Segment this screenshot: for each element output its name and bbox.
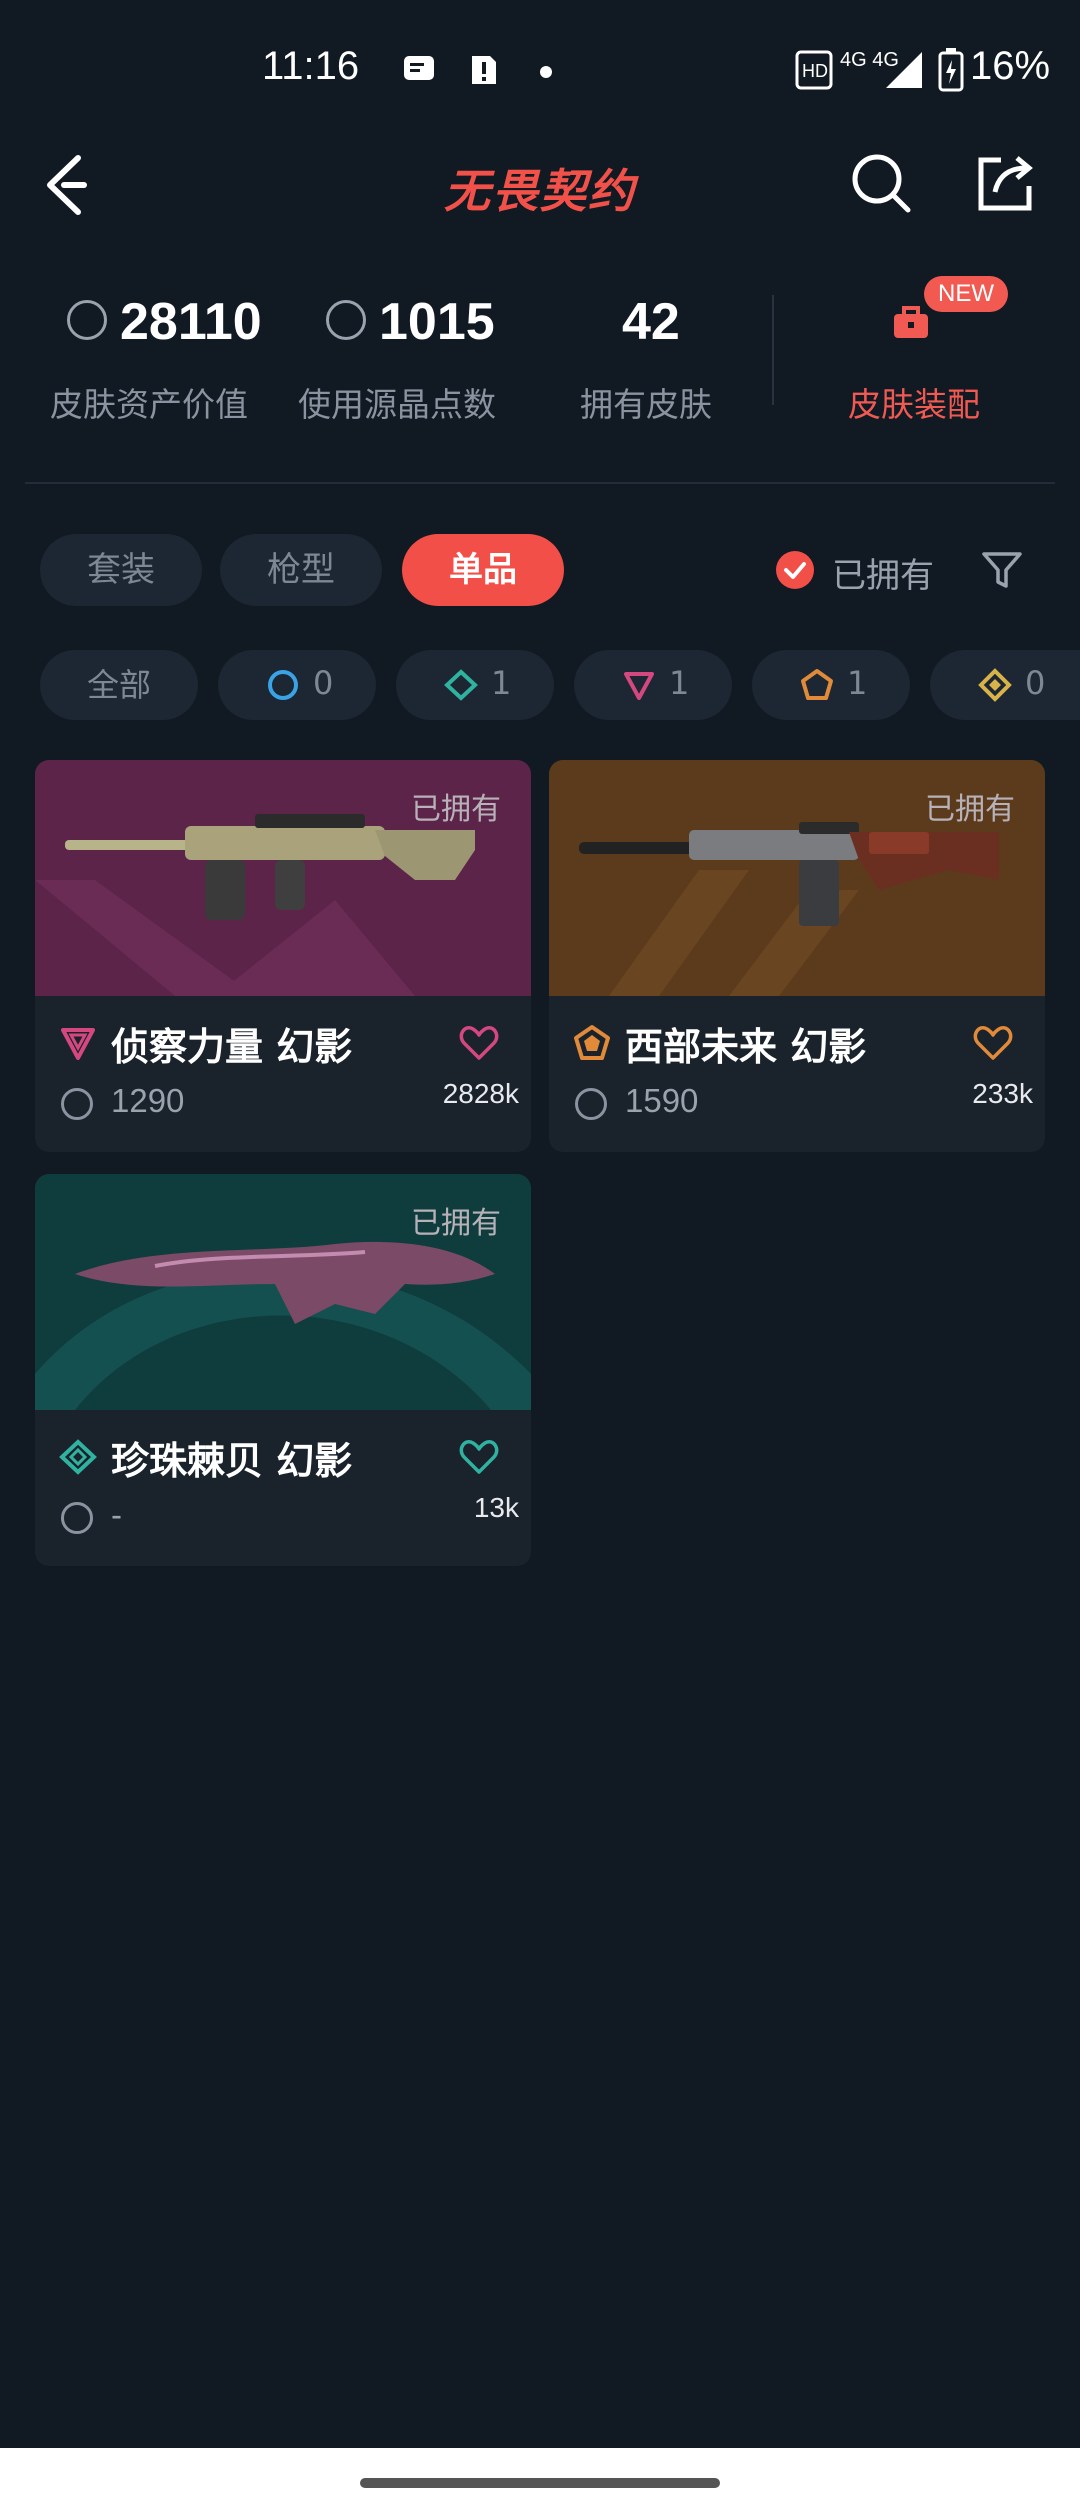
owned-filter-label: 已拥有: [832, 556, 934, 596]
back-icon[interactable]: [40, 150, 100, 220]
deluxe-tier-icon: [59, 1439, 97, 1475]
message-icon: [404, 56, 434, 80]
ultra-tier-icon: [978, 668, 1012, 702]
skin-name: 西部未来 幻影: [625, 1025, 867, 1069]
skin-name: 珍珠棘贝 幻影: [111, 1439, 353, 1483]
skin-card[interactable]: 已拥有 侦察力量 幻影 1290 2828k: [35, 760, 531, 1152]
svg-text:HD: HD: [802, 61, 828, 81]
like-count: 233k: [972, 1078, 1033, 1109]
equip-bag-icon: [894, 306, 928, 338]
sim-alert-icon: [472, 56, 496, 84]
chip-exclusive-edition[interactable]: 1: [752, 650, 910, 720]
like-count: 13k: [473, 1492, 519, 1523]
favorite-heart-icon[interactable]: [459, 1438, 499, 1476]
vp-coin-icon: [61, 1088, 93, 1120]
chip-count: 0: [1025, 664, 1046, 702]
check-icon: [776, 551, 814, 589]
section-divider: [25, 482, 1055, 484]
skin-card[interactable]: 已拥有 西部未来 幻影 1590 233k: [549, 760, 1045, 1152]
chip-count: 1: [491, 664, 512, 702]
chip-all[interactable]: 全部: [40, 650, 198, 720]
chip-count: 1: [669, 664, 690, 702]
skin-price: -: [111, 1496, 122, 1533]
like-count: 2828k: [442, 1078, 519, 1109]
share-icon[interactable]: [975, 152, 1035, 214]
skin-price: 1590: [625, 1082, 699, 1119]
owned-tag: 已拥有: [411, 792, 501, 827]
select-tier-icon: [268, 670, 298, 700]
skin-name: 侦察力量 幻影: [111, 1025, 353, 1069]
radianite-points-label: 使用源晶点数: [298, 385, 496, 424]
battery-percent: 16%: [970, 44, 1051, 88]
tab-single-item[interactable]: 单品: [402, 534, 564, 606]
favorite-heart-icon[interactable]: [973, 1024, 1013, 1062]
radianite-coin-icon: [326, 300, 366, 340]
chip-count: 0: [313, 664, 334, 702]
stats-divider: [772, 295, 774, 405]
chip-premium-edition[interactable]: 1: [574, 650, 732, 720]
equip-label: 皮肤装配: [848, 385, 980, 424]
new-badge: NEW: [924, 276, 1008, 312]
app-logo-title: 无畏契约: [444, 164, 636, 218]
status-bar: 11:16 HD 4G 4G 16%: [0, 0, 1080, 150]
skin-equip-button[interactable]: NEW 皮肤装配: [840, 270, 1040, 424]
owned-tag: 已拥有: [925, 792, 1015, 827]
tab-bundle[interactable]: 套装: [40, 534, 202, 606]
owned-tag: 已拥有: [411, 1206, 501, 1241]
premium-tier-icon: [61, 1028, 95, 1060]
vp-coin-icon: [67, 300, 107, 340]
favorite-heart-icon[interactable]: [459, 1024, 499, 1062]
exclusive-tier-icon: [574, 1025, 610, 1060]
chip-ultra-edition[interactable]: 0: [930, 650, 1080, 720]
chip-select-edition[interactable]: 0: [218, 650, 376, 720]
home-gesture-bar[interactable]: [360, 2478, 720, 2488]
premium-tier-icon: [624, 672, 654, 700]
asset-value-label: 皮肤资产价值: [50, 385, 248, 424]
battery-icon: [938, 48, 964, 92]
deluxe-tier-icon: [444, 669, 478, 701]
asset-value: 28110: [120, 293, 262, 351]
owned-skins-label: 拥有皮肤: [580, 385, 712, 424]
owned-filter-toggle[interactable]: 已拥有: [775, 540, 955, 600]
skin-card[interactable]: 已拥有 珍珠棘贝 幻影 - 13k: [35, 1174, 531, 1566]
chip-count: 1: [847, 664, 868, 702]
vp-coin-icon: [61, 1502, 93, 1534]
owned-skins-count: 42: [622, 293, 680, 351]
filter-icon[interactable]: [980, 548, 1024, 592]
vp-coin-icon: [575, 1088, 607, 1120]
notification-dot: [540, 66, 552, 78]
radianite-points: 1015: [379, 293, 495, 351]
status-time: 11:16: [262, 44, 360, 88]
signal-icon: [886, 52, 922, 88]
skin-price: 1290: [111, 1082, 185, 1119]
chip-deluxe-edition[interactable]: 1: [396, 650, 554, 720]
hd-icon: HD: [795, 50, 833, 90]
exclusive-tier-icon: [801, 669, 833, 700]
tab-weapon-type[interactable]: 枪型: [220, 534, 382, 606]
search-icon[interactable]: [850, 152, 912, 214]
